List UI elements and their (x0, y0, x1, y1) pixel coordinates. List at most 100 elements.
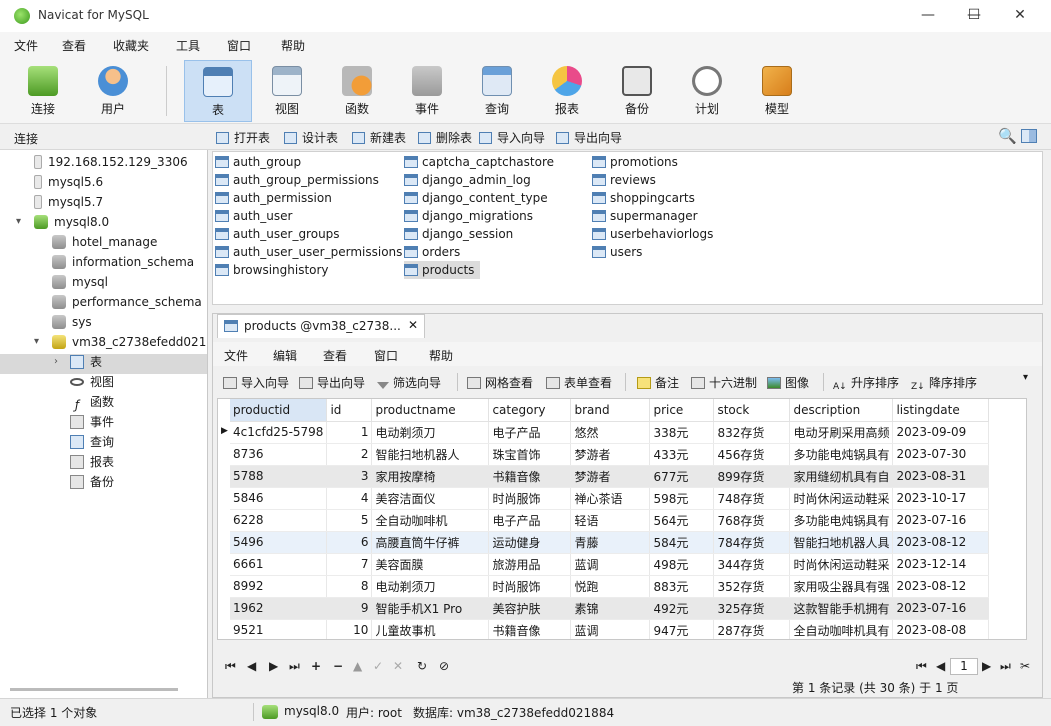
tree-db-information-schema[interactable]: information_schema (52, 252, 194, 272)
cell-description[interactable]: 家用缝纫机具有自 (789, 465, 894, 488)
tree-db-vm38[interactable]: vm38_c2738efedd021884 (52, 332, 207, 352)
table-item[interactable]: orders (404, 243, 460, 261)
column-header-productid[interactable]: productid (230, 399, 328, 422)
table-item[interactable]: django_content_type (404, 189, 548, 207)
inner-menu-help[interactable]: 帮助 (429, 347, 453, 364)
table-row[interactable]: 6228 5 全自动咖啡机 电子产品 轻语 564元 768存货 多功能电炖锅具有 2023-0… (230, 509, 990, 532)
delete-record-icon[interactable]: − (333, 659, 343, 673)
cell-price[interactable]: 338元 (649, 421, 715, 444)
table-row[interactable]: 5496 6 高腰直筒牛仔裤 运动健身 青藤 584元 784存货 智能扫地机器人具 2023-… (230, 531, 990, 554)
toolbar-overflow-icon[interactable]: ▾ (1023, 372, 1028, 383)
new-table-button[interactable]: 新建表 (352, 129, 406, 146)
view-button[interactable]: 视图 (254, 60, 320, 122)
inner-menu-window[interactable]: 窗口 (374, 347, 398, 364)
table-item[interactable]: captcha_captchastore (404, 153, 554, 171)
view-mode-icon[interactable] (1021, 129, 1037, 143)
cell-productname[interactable]: 儿童故事机 (371, 619, 490, 639)
cell-category[interactable]: 珠宝首饰 (488, 443, 572, 466)
table-item[interactable]: auth_group_permissions (215, 171, 379, 189)
table-row[interactable]: 5846 4 美容洁面仪 时尚服饰 禅心茶语 598元 748存货 时尚休闲运动鞋采 2023-… (230, 487, 990, 510)
cell-description[interactable]: 全自动咖啡机具有 (789, 619, 894, 639)
chevron-right-icon[interactable]: › (54, 356, 58, 367)
cell-brand[interactable]: 梦游者 (570, 443, 651, 466)
table-row[interactable]: 9521 10 儿童故事机 书籍音像 蓝调 947元 287存货 全自动咖啡机具有 2023-0… (230, 619, 990, 639)
tree-connection-1[interactable]: 192.168.152.129_3306 (34, 152, 188, 172)
export-wizard-button[interactable]: 导出向导 (299, 374, 365, 391)
table-item[interactable]: django_migrations (404, 207, 533, 225)
connection-button[interactable]: 连接 (10, 60, 76, 122)
cell-stock[interactable]: 748存货 (713, 487, 791, 510)
cell-listingdate[interactable]: 2023-07-30 (892, 443, 990, 466)
cell-stock[interactable]: 344存货 (713, 553, 791, 576)
cell-stock[interactable]: 325存货 (713, 597, 791, 620)
cell-description[interactable]: 时尚休闲运动鞋采 (789, 487, 894, 510)
cell-category[interactable]: 运动健身 (488, 531, 572, 554)
tree-item-backups[interactable]: 备份 (70, 472, 114, 492)
tree-connection-3[interactable]: mysql5.7 (34, 192, 103, 212)
cell-price[interactable]: 564元 (649, 509, 715, 532)
cell-productid[interactable]: 6228 (230, 509, 328, 532)
table-item[interactable]: promotions (592, 153, 678, 171)
table-row[interactable]: 4c1cfd25-5798 1 电动剃须刀 电子产品 悠然 338元 832存货 电动牙刷采用… (230, 421, 990, 444)
stop-icon[interactable]: ⊘ (439, 659, 449, 673)
cell-id[interactable]: 3 (326, 465, 373, 488)
cell-category[interactable]: 时尚服饰 (488, 487, 572, 510)
inner-menu-edit[interactable]: 编辑 (273, 347, 297, 364)
function-button[interactable]: 函数 (324, 60, 390, 122)
menu-view[interactable]: 查看 (62, 37, 86, 54)
cell-id[interactable]: 7 (326, 553, 373, 576)
cell-category[interactable]: 书籍音像 (488, 619, 572, 639)
menu-window[interactable]: 窗口 (227, 37, 251, 54)
menu-help[interactable]: 帮助 (281, 37, 305, 54)
cell-price[interactable]: 433元 (649, 443, 715, 466)
table-item[interactable]: auth_user (215, 207, 292, 225)
cell-productid[interactable]: 4c1cfd25-5798 (230, 421, 328, 444)
cell-stock[interactable]: 768存货 (713, 509, 791, 532)
cell-price[interactable]: 492元 (649, 597, 715, 620)
cell-productid[interactable]: 5496 (230, 531, 328, 554)
cell-productname[interactable]: 美容洁面仪 (371, 487, 490, 510)
column-header-listingdate[interactable]: listingdate (892, 399, 990, 422)
cell-productname[interactable]: 全自动咖啡机 (371, 509, 490, 532)
tree-db-mysql[interactable]: mysql (52, 272, 108, 292)
tab-products[interactable]: products @vm38_c2738... ✕ (217, 314, 425, 338)
grid-view-button[interactable]: 网格查看 (467, 374, 533, 391)
cell-price[interactable]: 598元 (649, 487, 715, 510)
chevron-down-icon[interactable]: ▾ (16, 216, 21, 227)
cell-id[interactable]: 8 (326, 575, 373, 598)
minimize-button-visible[interactable]: — (905, 0, 951, 32)
next-record-icon[interactable]: ▶ (269, 659, 278, 673)
cell-description[interactable]: 时尚休闲运动鞋采 (789, 553, 894, 576)
cell-price[interactable]: 883元 (649, 575, 715, 598)
cell-productid[interactable]: 8992 (230, 575, 328, 598)
cell-id[interactable]: 2 (326, 443, 373, 466)
cell-id[interactable]: 5 (326, 509, 373, 532)
cell-listingdate[interactable]: 2023-09-09 (892, 421, 990, 444)
chevron-down-icon[interactable]: ▾ (34, 336, 39, 347)
column-header-category[interactable]: category (488, 399, 572, 422)
query-button[interactable]: 查询 (464, 60, 530, 122)
table-item[interactable]: auth_permission (215, 189, 332, 207)
maximize-button[interactable]: ☐ (951, 0, 997, 32)
cell-description[interactable]: 这款智能手机拥有 (789, 597, 894, 620)
cell-id[interactable]: 9 (326, 597, 373, 620)
schedule-button[interactable]: 计划 (674, 60, 740, 122)
report-button[interactable]: 报表 (534, 60, 600, 122)
form-view-button[interactable]: 表单查看 (546, 374, 612, 391)
cell-id[interactable]: 10 (326, 619, 373, 639)
close-button[interactable]: ✕ (997, 0, 1043, 32)
search-icon[interactable]: 🔍 (998, 127, 1017, 145)
column-header-id[interactable]: id (326, 399, 373, 422)
pane-splitter[interactable] (212, 305, 1043, 313)
delete-table-button[interactable]: 删除表 (418, 129, 472, 146)
close-tab-icon[interactable]: ✕ (408, 318, 418, 332)
tree-connection-2[interactable]: mysql5.6 (34, 172, 103, 192)
cell-description[interactable]: 多功能电炖锅具有 (789, 509, 894, 532)
add-record-icon[interactable]: + (311, 659, 321, 673)
tree-item-views[interactable]: 视图 (70, 372, 114, 392)
prev-page-icon[interactable]: ◀ (936, 659, 945, 673)
cell-id[interactable]: 6 (326, 531, 373, 554)
tree-db-sys[interactable]: sys (52, 312, 92, 332)
cell-id[interactable]: 4 (326, 487, 373, 510)
cell-description[interactable]: 家用吸尘器具有强 (789, 575, 894, 598)
